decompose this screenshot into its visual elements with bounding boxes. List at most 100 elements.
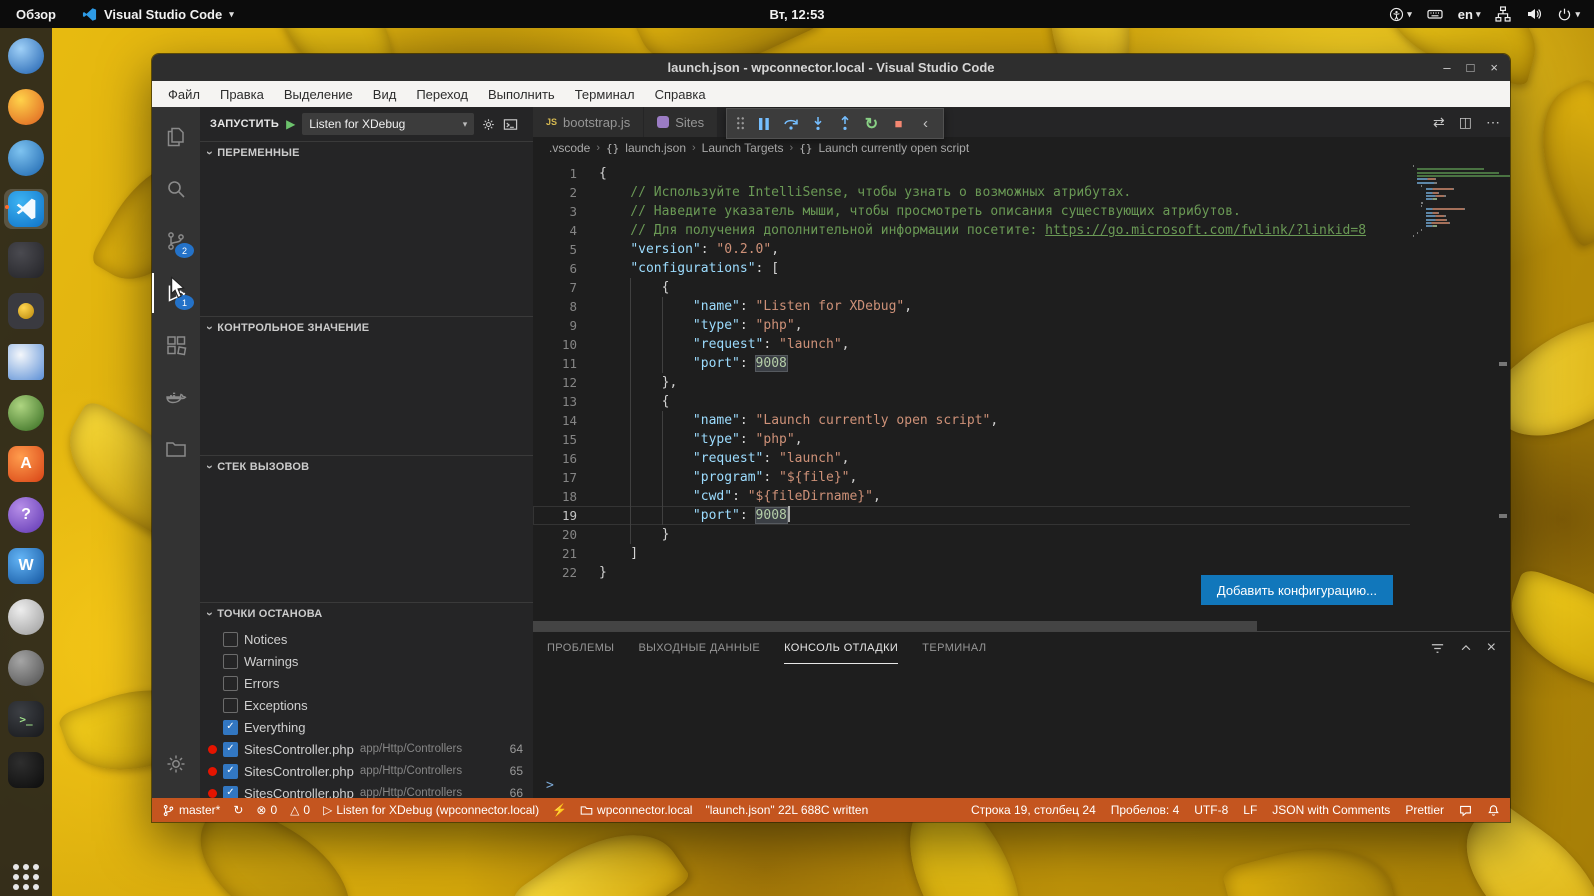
activities-button[interactable]: Обзор bbox=[0, 0, 72, 28]
status-item[interactable]: ▷ Listen for XDebug (wpconnector.local) bbox=[323, 803, 539, 817]
add-configuration-button[interactable]: Добавить конфигурацию... bbox=[1200, 575, 1393, 605]
pause-button[interactable] bbox=[750, 109, 777, 138]
dock-icon-thunderbird[interactable] bbox=[4, 138, 48, 178]
restart-icon[interactable]: ↻ bbox=[858, 109, 885, 138]
menu-item[interactable]: Выделение bbox=[274, 81, 363, 107]
status-item[interactable]: △ 0 bbox=[290, 803, 310, 817]
debug-settings-gear-icon[interactable] bbox=[481, 117, 496, 132]
breakpoint-row[interactable]: ✓ SitesController.php app/Http/Controllers… bbox=[200, 760, 533, 782]
language-indicator[interactable]: en ▾ bbox=[1458, 7, 1481, 22]
horizontal-scrollbar[interactable] bbox=[533, 621, 1416, 631]
minimap[interactable] bbox=[1410, 159, 1510, 631]
code-line[interactable]: 13 { bbox=[533, 392, 1416, 411]
remote-explorer-icon[interactable] bbox=[152, 429, 200, 469]
dock-icon-screenshot-tool[interactable] bbox=[4, 750, 48, 790]
breakpoint-row[interactable]: ✓ SitesController.php app/Http/Controllers… bbox=[200, 782, 533, 798]
breakpoint-checkbox[interactable]: ✓ bbox=[223, 719, 238, 735]
code-line[interactable]: 18 "cwd": "${fileDirname}", bbox=[533, 487, 1416, 506]
breakpoint-checkbox[interactable]: ✓ bbox=[223, 763, 238, 779]
settings-gear-icon[interactable] bbox=[152, 744, 200, 784]
code-line[interactable]: 17 "program": "${file}", bbox=[533, 468, 1416, 487]
code-line[interactable]: 5 "version": "0.2.0", bbox=[533, 240, 1416, 259]
collapse-toolbar-icon[interactable]: ‹ bbox=[912, 109, 939, 138]
status-item[interactable]: LF bbox=[1243, 803, 1257, 817]
code-line[interactable]: 15 "type": "php", bbox=[533, 430, 1416, 449]
status-item[interactable] bbox=[1487, 804, 1500, 817]
dock-icon-shotwell[interactable] bbox=[4, 291, 48, 331]
start-debugging-button[interactable]: ▶ bbox=[286, 117, 295, 131]
breakpoint-checkbox[interactable] bbox=[223, 631, 238, 647]
dock-icon-contacts[interactable] bbox=[4, 597, 48, 637]
breakpoint-row[interactable]: Errors bbox=[200, 672, 533, 694]
code-line[interactable]: 12 }, bbox=[533, 373, 1416, 392]
code-line[interactable]: 16 "request": "launch", bbox=[533, 449, 1416, 468]
drag-handle[interactable] bbox=[736, 116, 745, 131]
close-panel-icon[interactable]: × bbox=[1487, 640, 1496, 656]
menu-item[interactable]: Файл bbox=[158, 81, 210, 107]
panel-tab[interactable]: КОНСОЛЬ ОТЛАДКИ bbox=[784, 632, 898, 664]
code-line[interactable]: 4 // Для получения дополнительной информ… bbox=[533, 221, 1416, 240]
dock-icon-writer[interactable] bbox=[4, 342, 48, 382]
breakpoint-row[interactable]: Notices bbox=[200, 628, 533, 650]
accessibility-icon[interactable]: ▾ bbox=[1389, 7, 1412, 22]
chevron-up-icon[interactable] bbox=[1459, 641, 1473, 655]
editor-tab[interactable]: Sites bbox=[644, 107, 719, 137]
dock-icon-remmina[interactable] bbox=[4, 240, 48, 280]
breakpoint-row[interactable]: ✓ Everything bbox=[200, 716, 533, 738]
show-applications-icon[interactable] bbox=[13, 864, 39, 890]
code-line[interactable]: 19 "port": 9008 bbox=[533, 506, 1416, 525]
debug-console-icon[interactable] bbox=[503, 117, 518, 132]
menu-item[interactable]: Справка bbox=[645, 81, 716, 107]
status-item[interactable]: Пробелов: 4 bbox=[1111, 803, 1180, 817]
breakpoint-row[interactable]: ✓ SitesController.php app/Http/Controllers… bbox=[200, 738, 533, 760]
breakpoint-row[interactable]: Exceptions bbox=[200, 694, 533, 716]
menu-item[interactable]: Выполнить bbox=[478, 81, 565, 107]
dock-icon-firefox[interactable] bbox=[4, 87, 48, 127]
section-variables[interactable]: › ПЕРЕМЕННЫЕ bbox=[200, 141, 533, 164]
breadcrumb-item[interactable]: .vscode bbox=[549, 141, 590, 155]
clock[interactable]: Вт, 12:53 bbox=[769, 7, 824, 22]
close-button[interactable]: × bbox=[1490, 60, 1498, 75]
source-control-icon[interactable]: 2 bbox=[152, 221, 200, 261]
breakpoint-checkbox[interactable] bbox=[223, 675, 238, 691]
section-breakpoints[interactable]: › ТОЧКИ ОСТАНОВА bbox=[200, 602, 533, 625]
status-item[interactable]: ⊗ 0 bbox=[256, 803, 277, 817]
code-line[interactable]: 3 // Наведите указатель мыши, чтобы прос… bbox=[533, 202, 1416, 221]
breakpoint-checkbox[interactable]: ✓ bbox=[223, 741, 238, 757]
step-over-icon[interactable] bbox=[777, 109, 804, 138]
code-line[interactable]: 21 ] bbox=[533, 544, 1416, 563]
volume-icon[interactable] bbox=[1526, 6, 1542, 22]
step-out-icon[interactable] bbox=[831, 109, 858, 138]
stop-icon[interactable]: ■ bbox=[885, 109, 912, 138]
focused-app-menu[interactable]: Visual Studio Code ▾ bbox=[72, 0, 244, 28]
breakpoint-checkbox[interactable]: ✓ bbox=[223, 785, 238, 798]
dock-icon-terminal[interactable]: >_ bbox=[4, 699, 48, 739]
status-item[interactable]: ⚡ bbox=[552, 804, 567, 816]
status-item[interactable]: wpconnector.local bbox=[580, 803, 692, 817]
menu-item[interactable]: Терминал bbox=[565, 81, 645, 107]
panel-tab[interactable]: ВЫХОДНЫЕ ДАННЫЕ bbox=[638, 632, 760, 664]
code-line[interactable]: 8 "name": "Listen for XDebug", bbox=[533, 297, 1416, 316]
code-line[interactable]: 1{ bbox=[533, 164, 1416, 183]
status-item[interactable]: UTF-8 bbox=[1194, 803, 1228, 817]
dock-icon-web-app[interactable] bbox=[4, 393, 48, 433]
dock-icon-gimp[interactable] bbox=[4, 648, 48, 688]
section-watch[interactable]: › КОНТРОЛЬНОЕ ЗНАЧЕНИЕ bbox=[200, 316, 533, 339]
breakpoint-checkbox[interactable] bbox=[223, 697, 238, 713]
editor-tab[interactable]: JS bootstrap.js bbox=[533, 107, 645, 137]
network-icon[interactable] bbox=[1495, 6, 1512, 22]
compare-icon[interactable]: ⇄ bbox=[1433, 114, 1445, 131]
code-line[interactable]: 9 "type": "php", bbox=[533, 316, 1416, 335]
filter-icon[interactable] bbox=[1430, 641, 1445, 656]
window-titlebar[interactable]: launch.json - wpconnector.local - Visual… bbox=[152, 54, 1510, 81]
code-line[interactable]: 20 } bbox=[533, 525, 1416, 544]
debug-config-dropdown[interactable]: Listen for XDebug ▾ bbox=[302, 113, 475, 135]
code-line[interactable]: 2 // Используйте IntelliSense, чтобы узн… bbox=[533, 183, 1416, 202]
dock-icon-vscode[interactable] bbox=[4, 189, 48, 229]
breakpoint-checkbox[interactable] bbox=[223, 653, 238, 669]
code-line[interactable]: 14 "name": "Launch currently open script… bbox=[533, 411, 1416, 430]
status-item[interactable]: ↻ bbox=[233, 804, 243, 816]
code-line[interactable]: 11 "port": 9008 bbox=[533, 354, 1416, 373]
scrollbar-thumb[interactable] bbox=[533, 621, 1258, 631]
search-icon[interactable] bbox=[152, 169, 200, 209]
